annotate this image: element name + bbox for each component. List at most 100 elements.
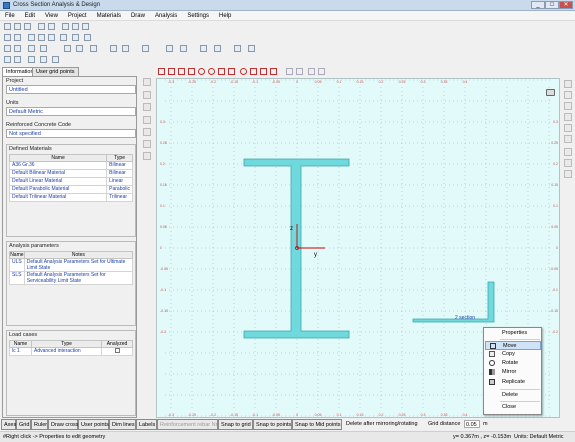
toggle-snap-points[interactable]: Snap to points [253, 419, 292, 430]
zoom-window-icon[interactable] [143, 140, 151, 148]
align-left-icon[interactable] [110, 45, 117, 52]
rebar-icon[interactable] [240, 68, 247, 75]
chart-icon[interactable] [28, 34, 35, 41]
paste-icon[interactable] [82, 23, 89, 30]
cut-icon[interactable] [62, 23, 69, 30]
menu-item-mirror[interactable]: Mirror [485, 368, 541, 377]
copy-icon[interactable] [72, 23, 79, 30]
menu-materials[interactable]: Materials [92, 11, 126, 19]
pan-hand-icon[interactable] [143, 91, 151, 99]
snapshot-icon[interactable] [564, 80, 572, 88]
zoom-in-icon[interactable] [143, 116, 151, 124]
undo-icon[interactable] [38, 23, 45, 30]
draw-line-icon[interactable] [564, 159, 572, 167]
table-row[interactable]: ULS Default Analysis Parameters Set for U… [9, 258, 134, 272]
refresh-icon[interactable] [564, 91, 572, 99]
menu-edit[interactable]: Edit [20, 11, 40, 19]
split-icon[interactable] [214, 45, 221, 52]
menu-item-copy[interactable]: Copy [485, 350, 541, 359]
grid-view-icon[interactable] [4, 34, 11, 41]
ring-icon[interactable] [208, 68, 215, 75]
settings-icon[interactable] [52, 56, 59, 63]
table-row[interactable]: Default Bilinear Material Bilinear [8, 169, 133, 178]
toggle-snap-mid-points[interactable]: Snap to Mid points [292, 419, 342, 430]
menu-project[interactable]: Project [63, 11, 92, 19]
mirror-icon[interactable] [64, 45, 71, 52]
select-icon[interactable] [4, 45, 11, 52]
toggle-labels[interactable]: Labels [136, 419, 157, 430]
menu-item-delete[interactable]: Delete [485, 391, 541, 400]
measure-icon[interactable] [296, 68, 303, 75]
doc-icon[interactable] [4, 56, 11, 63]
close-window-button[interactable]: ✕ [559, 1, 573, 9]
copy-view-icon[interactable] [564, 102, 572, 110]
table-row[interactable]: SLS Default Analysis Parameters Set for S… [9, 271, 134, 285]
snap-icon[interactable] [318, 68, 325, 75]
table-row[interactable]: Default Linear Material Linear [8, 177, 133, 186]
table-icon[interactable] [60, 34, 67, 41]
section-icon[interactable] [166, 45, 173, 52]
list-icon[interactable] [40, 56, 47, 63]
print-icon[interactable] [14, 56, 21, 63]
menu-analysis[interactable]: Analysis [150, 11, 182, 19]
angle-section[interactable] [412, 281, 495, 323]
layer-icon[interactable] [234, 45, 241, 52]
pencil-icon[interactable] [564, 148, 572, 156]
toggle-axes[interactable]: Axes [1, 419, 16, 430]
open-file-icon[interactable] [14, 23, 21, 30]
point-icon[interactable] [286, 68, 293, 75]
menu-file[interactable]: File [0, 11, 20, 19]
new-file-icon[interactable] [4, 23, 11, 30]
save-icon[interactable] [24, 23, 31, 30]
rebar-arc-icon[interactable] [260, 68, 267, 75]
merge-icon[interactable] [200, 45, 207, 52]
move-cross-icon[interactable] [143, 103, 151, 111]
menu-help[interactable]: Help [214, 11, 236, 19]
rectangle-icon[interactable] [158, 68, 165, 75]
add-rebar-icon[interactable] [28, 45, 35, 52]
shapes-icon[interactable] [564, 124, 572, 132]
analyzed-checkbox[interactable] [114, 348, 120, 353]
grid-distance-input[interactable]: 0.05 [464, 420, 480, 428]
dimension-icon[interactable] [270, 68, 277, 75]
code-field[interactable]: Not specified [6, 129, 136, 138]
zoom-out-icon[interactable] [143, 128, 151, 136]
line-icon[interactable] [178, 68, 185, 75]
menu-item-move[interactable]: Move [485, 341, 541, 350]
zoom-fit-icon[interactable] [14, 34, 21, 41]
table-row[interactable]: lc 1 Advanced interaction [9, 347, 133, 356]
add-shape-icon[interactable] [40, 45, 47, 52]
menu-view[interactable]: View [40, 11, 63, 19]
rotate-view-icon[interactable] [564, 170, 572, 178]
toggle-draw-cross[interactable]: Draw cross [48, 419, 79, 430]
polygon-icon[interactable] [168, 68, 175, 75]
maximize-button[interactable]: □ [545, 1, 559, 9]
toggle-snap-grid[interactable]: Snap to grid [218, 419, 253, 430]
move-points-icon[interactable] [308, 68, 315, 75]
menu-item-replicate[interactable]: Replicate [485, 378, 541, 387]
redo-icon[interactable] [48, 23, 55, 30]
camera-icon[interactable] [546, 89, 555, 96]
menu-item-rotate[interactable]: Rotate [485, 359, 541, 368]
report-icon[interactable] [72, 34, 79, 41]
minimize-button[interactable]: _ [531, 1, 545, 9]
color-icon[interactable] [142, 45, 149, 52]
toggle-user-points[interactable]: User points [78, 419, 109, 430]
menu-draw[interactable]: Draw [126, 11, 150, 19]
export-icon[interactable] [84, 34, 91, 41]
circle-icon[interactable] [198, 68, 205, 75]
project-field[interactable]: Untitled [6, 85, 136, 94]
rotate-icon[interactable] [76, 45, 83, 52]
hole-icon[interactable] [180, 45, 187, 52]
units-field[interactable]: Default Metric [6, 107, 136, 116]
trash-icon[interactable] [564, 135, 572, 143]
align-right-icon[interactable] [122, 45, 129, 52]
menu-settings[interactable]: Settings [182, 11, 214, 19]
table-row[interactable]: Default Parabolic Material Parabolic [8, 185, 133, 194]
properties-icon[interactable] [248, 45, 255, 52]
toggle-ruler[interactable]: Ruler [31, 419, 48, 430]
curve-icon[interactable] [38, 34, 45, 41]
toggle-grid[interactable]: Grid [16, 419, 31, 430]
pointer-icon[interactable] [143, 78, 151, 86]
menu-item-close[interactable]: Close [485, 403, 541, 412]
